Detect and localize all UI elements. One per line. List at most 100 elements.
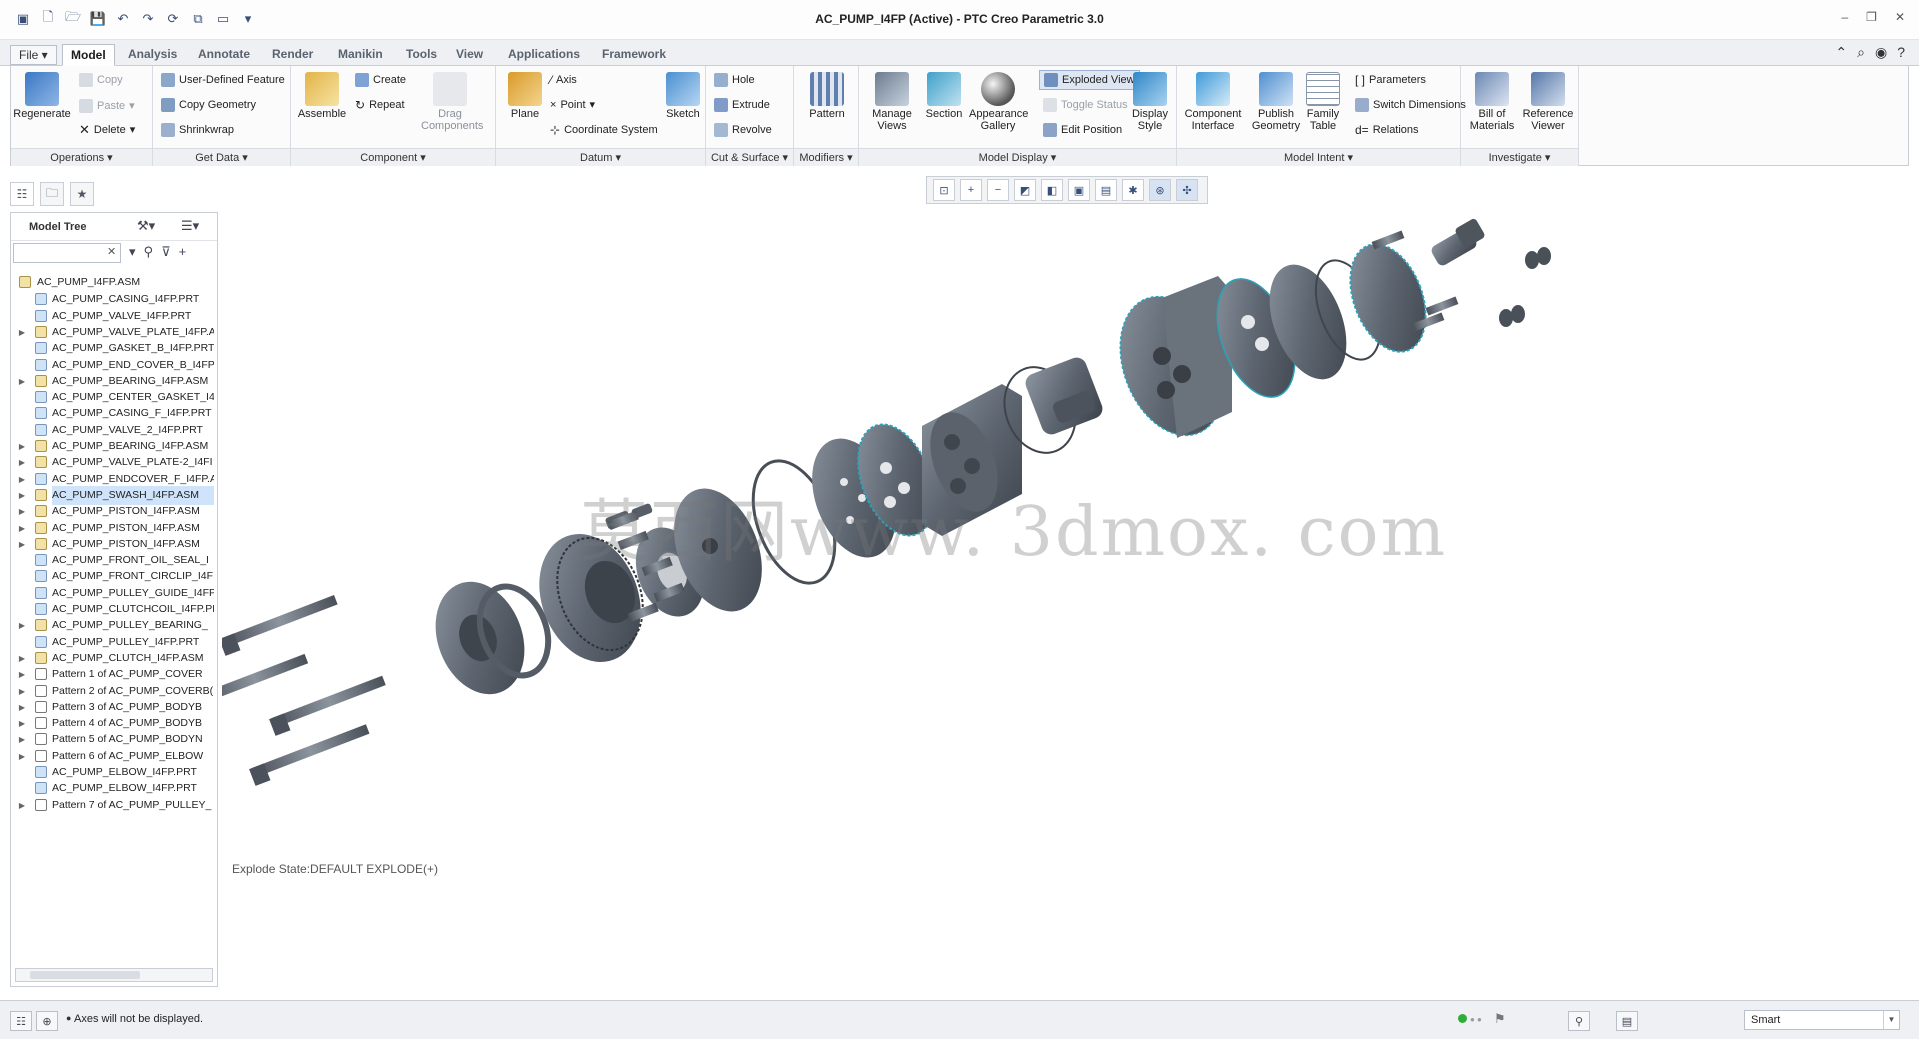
graphics-window[interactable]: 莫西网www. 3dmox. com Explode State:DEFAULT… [197,172,1910,988]
tab-analysis[interactable]: Analysis [120,44,185,66]
end-cover[interactable] [1336,234,1440,363]
point-button[interactable]: × Point ▾ [550,95,595,115]
find-binoculars-icon[interactable]: ⚲ [144,244,154,260]
toggle-status-button[interactable]: Toggle Status [1043,95,1128,115]
tab-applications[interactable]: Applications [500,44,588,66]
tab-annotate[interactable]: Annotate [190,44,258,66]
group-label-component[interactable]: Component ▾ [291,148,495,166]
coordinate-system-button[interactable]: ⊹ Coordinate System [550,120,658,140]
tab-render[interactable]: Render [264,44,321,66]
favorites-tab-icon[interactable]: ★ [70,182,94,206]
search-dropdown-icon[interactable]: ▾ [129,244,136,260]
spin-center-icon[interactable]: ⊛ [1149,179,1171,201]
clutch-plate[interactable] [420,569,560,707]
tab-file[interactable]: File ▾ [10,45,57,65]
display-style-button[interactable]: Display Style [1121,70,1179,142]
parameters-button[interactable]: [ ] Parameters [1355,70,1426,90]
group-label-datum[interactable]: Datum ▾ [496,148,705,166]
datum-display-icon[interactable]: ✱ [1122,179,1144,201]
group-label-investigate[interactable]: Investigate ▾ [1461,148,1578,166]
copy-button[interactable]: Copy [79,70,123,90]
family-table-button[interactable]: Family Table [1299,70,1347,142]
assemble-button[interactable]: Assemble [293,70,351,142]
help-icon[interactable]: ? [1897,44,1905,61]
appearance-gallery-button[interactable]: Appearance Gallery [969,70,1028,142]
long-bolt[interactable] [269,675,386,736]
group-label-model-display[interactable]: Model Display ▾ [859,148,1176,166]
tab-framework[interactable]: Framework [594,44,674,66]
nuts[interactable] [1472,172,1551,327]
restore-icon[interactable]: ❐ [1866,10,1877,24]
tree-show-icon[interactable]: ☰▾ [181,218,199,234]
refit-icon[interactable]: ⊡ [933,179,955,201]
find-icon[interactable]: ⚲ [1568,1011,1590,1031]
scrollbar-thumb[interactable] [30,971,140,979]
flag-icon[interactable]: ⚑ [1494,1011,1506,1027]
exploded-assembly-view[interactable] [197,172,1910,988]
clear-search-icon[interactable]: ✕ [107,245,116,258]
component-interface-button[interactable]: Component Interface [1181,70,1245,142]
zoom-out-icon[interactable]: − [987,179,1009,201]
tab-model[interactable]: Model [62,44,115,66]
paste-button[interactable]: Paste ▾ [79,96,135,116]
long-bolt[interactable] [249,724,370,786]
minimize-icon[interactable]: – [1841,10,1848,24]
browser-toggle-icon[interactable]: ⊕ [36,1011,58,1031]
manage-views-button[interactable]: Manage Views [863,70,921,142]
annotation-display-icon[interactable]: ✣ [1176,179,1198,201]
repeat-button[interactable]: ↻ Repeat [355,95,405,115]
filter-icon[interactable]: ⊽ [161,244,171,260]
drag-components-button[interactable]: Drag Components [421,70,483,142]
repaint-icon[interactable]: ◩ [1014,179,1036,201]
user-defined-feature-button[interactable]: User-Defined Feature [161,70,285,90]
tab-view[interactable]: View [448,44,491,66]
create-button[interactable]: Create [355,70,406,90]
selection-list-icon[interactable]: ▤ [1616,1011,1638,1031]
regenerate-button[interactable]: Regenerate [13,70,71,142]
copy-geometry-button[interactable]: Copy Geometry [161,95,256,115]
long-bolt[interactable] [197,653,309,712]
close-icon[interactable]: ✕ [1895,10,1905,24]
pattern-button[interactable]: Pattern [798,70,856,142]
minimize-ribbon-icon[interactable]: ⌃ [1835,44,1847,61]
axis-button[interactable]: ⁄ Axis [550,70,577,90]
group-label-cut-surface[interactable]: Cut & Surface ▾ [706,148,793,166]
display-style-small-icon[interactable]: ◧ [1041,179,1063,201]
group-label-model-intent[interactable]: Model Intent ▾ [1177,148,1460,166]
model-tree-search-input[interactable] [13,243,121,263]
shrinkwrap-button[interactable]: Shrinkwrap [161,120,234,140]
expand-arrow-icon[interactable]: ▶ [17,796,27,815]
group-label-operations[interactable]: Operations ▾ [11,148,152,166]
hole-button[interactable]: Hole [714,70,755,90]
group-label-modifiers[interactable]: Modifiers ▾ [794,148,858,166]
elbow-fitting[interactable] [1429,217,1485,267]
add-column-icon[interactable]: + [179,244,187,260]
revolve-button[interactable]: Revolve [714,120,772,140]
navigator-toggle-icon[interactable]: ☷ [10,1011,32,1031]
switch-dimensions-button[interactable]: Switch Dimensions [1355,95,1466,115]
delete-button[interactable]: ✕ Delete ▾ [79,120,135,140]
sketch-button[interactable]: Sketch [654,70,712,142]
relations-button[interactable]: d= Relations [1355,120,1419,140]
selection-filter-select[interactable]: Smart ▼ [1744,1010,1900,1030]
tree-settings-icon[interactable]: ⚒▾ [137,218,155,234]
saved-orientations-icon[interactable]: ▣ [1068,179,1090,201]
reference-viewer-button[interactable]: Reference Viewer [1519,70,1577,142]
folder-browser-tab-icon[interactable]: 🗀 [40,182,64,206]
edit-position-button[interactable]: Edit Position [1043,120,1122,140]
section-button[interactable]: Section [915,70,973,142]
tree-item[interactable]: ▶ Pattern 7 of AC_PUMP_PULLEY_ [11,796,217,815]
search-icon[interactable]: ⌕ [1857,44,1865,61]
view-manager-icon[interactable]: ▤ [1095,179,1117,201]
tab-manikin[interactable]: Manikin [330,44,391,66]
community-icon[interactable]: ◉ [1875,44,1887,61]
tree-horizontal-scrollbar[interactable] [15,968,213,982]
bill-of-materials-button[interactable]: Bill of Materials [1463,70,1521,142]
group-label-get-data[interactable]: Get Data ▾ [153,148,290,166]
zoom-in-icon[interactable]: + [960,179,982,201]
tab-tools[interactable]: Tools [398,44,445,66]
extrude-button[interactable]: Extrude [714,95,770,115]
publish-geometry-button[interactable]: Publish Geometry [1247,70,1305,142]
plane-button[interactable]: Plane [496,70,554,142]
model-tree-tab-icon[interactable]: ☷ [10,182,34,206]
